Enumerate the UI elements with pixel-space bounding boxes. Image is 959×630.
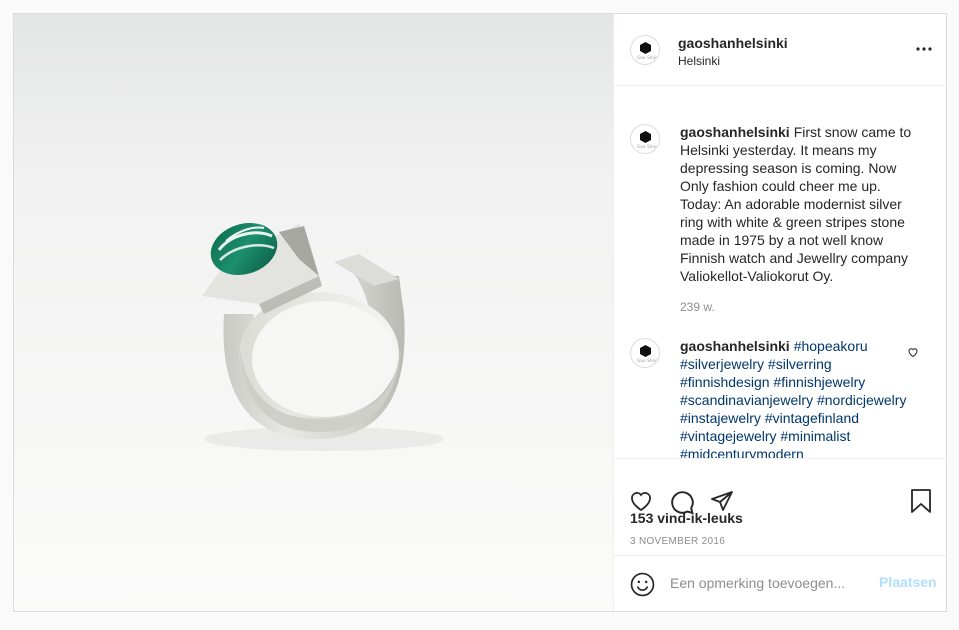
caption-username[interactable]: gaoshanhelsinki [680,124,790,140]
avatar[interactable]: Gao Shan [630,35,660,65]
caption-body: First snow came to Helsinki yesterday. I… [680,124,912,284]
hexagon-logo-icon [640,42,651,54]
hashtag-link[interactable]: #nordicjewelry [817,392,906,408]
comments-list[interactable]: Gao Shan gaoshanhelsinki First snow came … [614,86,946,458]
hashtag-link[interactable]: #midcenturymodern [680,446,804,458]
post-card: Gao Shan gaoshanhelsinki Helsinki Gao Sh… [13,13,947,612]
avatar[interactable]: Gao Shan [630,338,660,368]
comment-input[interactable] [670,573,870,593]
hashtag-link[interactable]: #silverring [768,356,832,372]
ring-photo [14,14,613,611]
hashtag-link[interactable]: #vintagejewelry [680,428,777,444]
caption-text: gaoshanhelsinki First snow came to Helsin… [680,123,912,285]
hashtag-text: gaoshanhelsinki #hopeakoru #silverjewelry… [680,337,912,458]
post-side-panel: Gao Shan gaoshanhelsinki Helsinki Gao Sh… [613,14,946,611]
bookmark-icon[interactable] [909,488,933,514]
comment-like-heart-icon[interactable] [907,346,919,358]
hashtag-link[interactable]: #scandinavianjewelry [680,392,813,408]
hashtag-link[interactable]: #instajewelry [680,410,761,426]
hashtag-link[interactable]: #minimalist [780,428,850,444]
hashtag-link[interactable]: #silverjewelry [680,356,764,372]
add-comment-bar: Plaatsen [614,555,946,611]
hashtag-link[interactable]: #finnishdesign [680,374,770,390]
more-options-icon[interactable] [916,44,932,54]
avatar[interactable]: Gao Shan [630,124,660,154]
comment-username[interactable]: gaoshanhelsinki [680,338,790,354]
post-comment-button[interactable]: Plaatsen [879,574,937,590]
post-image[interactable] [14,14,613,611]
hexagon-logo-icon [640,131,651,143]
post-date[interactable]: 3 NOVEMBER 2016 [630,536,725,547]
likes-count[interactable]: 153 vind-ik-leuks [630,510,743,526]
hashtag-link[interactable]: #vintagefinland [765,410,859,426]
action-bar: 153 vind-ik-leuks 3 NOVEMBER 2016 [614,458,946,555]
emoji-icon[interactable] [630,572,655,597]
caption-time[interactable]: 239 w. [680,300,715,314]
avatar-logo-text: Gao Shan [637,144,658,149]
avatar-logo-text: Gao Shan [637,55,658,60]
hashtag-link[interactable]: #finnishjewelry [773,374,865,390]
header-username[interactable]: gaoshanhelsinki [678,35,788,51]
hashtag-link[interactable]: #hopeakoru [794,338,868,354]
hexagon-logo-icon [640,345,651,357]
hashtag-list: #hopeakoru #silverjewelry #silverring #f… [680,338,906,458]
avatar-logo-text: Gao Shan [637,358,658,363]
post-header: Gao Shan gaoshanhelsinki Helsinki [614,14,946,86]
header-location[interactable]: Helsinki [678,54,720,68]
